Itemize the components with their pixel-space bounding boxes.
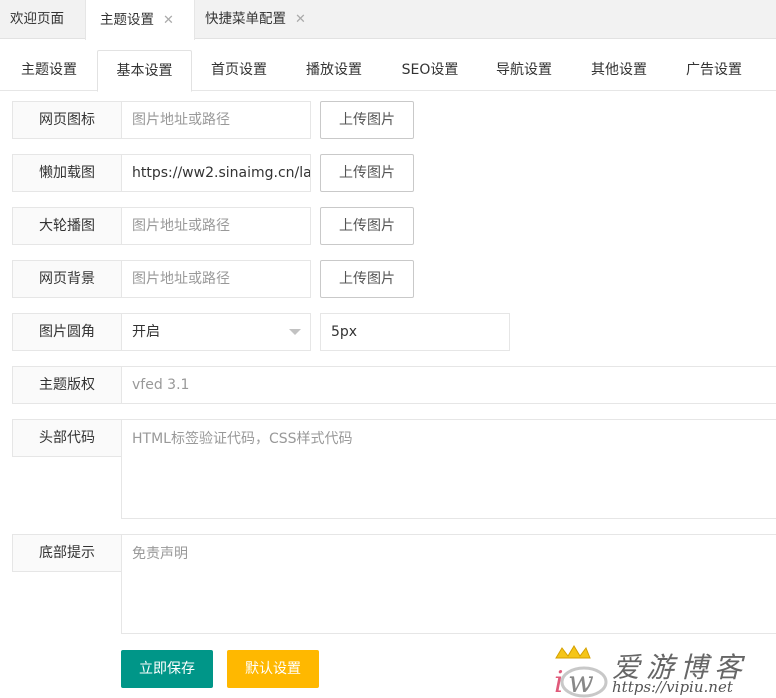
close-icon[interactable]: ✕ — [163, 1, 174, 40]
tab-label: 快捷菜单配置 — [205, 11, 286, 27]
subtab-ads[interactable]: 广告设置 — [673, 50, 755, 91]
background-input[interactable]: 图片地址或路径 — [121, 260, 311, 298]
top-tab-bar: 欢迎页面 主题设置 ✕ 快捷菜单配置 ✕ — [0, 0, 776, 40]
head-code-label: 头部代码 — [12, 419, 122, 457]
radius-select[interactable]: 开启 — [121, 313, 311, 351]
favicon-input[interactable]: 图片地址或路径 — [121, 101, 311, 139]
copyright-label: 主题版权 — [12, 366, 122, 404]
radius-select-value: 开启 — [132, 324, 160, 340]
footer-tip-textarea[interactable]: 免责声明 — [121, 534, 776, 634]
default-settings-button[interactable]: 默认设置 — [227, 650, 319, 688]
subtab-other[interactable]: 其他设置 — [578, 50, 660, 91]
svg-text:i: i — [554, 665, 564, 698]
tab-label: 欢迎页面 — [10, 11, 64, 27]
subtab-nav[interactable]: 导航设置 — [483, 50, 565, 91]
chevron-down-icon[interactable] — [289, 329, 301, 335]
close-icon[interactable]: ✕ — [295, 0, 306, 39]
favicon-label: 网页图标 — [12, 101, 122, 139]
lazyload-upload-button[interactable]: 上传图片 — [320, 154, 414, 192]
background-upload-button[interactable]: 上传图片 — [320, 260, 414, 298]
save-button[interactable]: 立即保存 — [121, 650, 213, 688]
background-label: 网页背景 — [12, 260, 122, 298]
tab-quick-menu[interactable]: 快捷菜单配置 ✕ — [195, 0, 323, 39]
subtab-seo[interactable]: SEO设置 — [388, 50, 472, 91]
crown-logo-icon: i w — [554, 645, 608, 698]
watermark-url: https://vipiu.net — [612, 678, 733, 696]
footer-tip-label: 底部提示 — [12, 534, 122, 572]
tab-welcome[interactable]: 欢迎页面 — [0, 0, 85, 39]
lazyload-label: 懒加载图 — [12, 154, 122, 192]
head-code-textarea[interactable]: HTML标签验证代码，CSS样式代码 — [121, 419, 776, 519]
subtab-home[interactable]: 首页设置 — [198, 50, 280, 91]
subtab-basic[interactable]: 基本设置 — [97, 50, 192, 92]
carousel-upload-button[interactable]: 上传图片 — [320, 207, 414, 245]
tab-theme-settings[interactable]: 主题设置 ✕ — [85, 0, 195, 40]
tab-label: 主题设置 — [100, 11, 154, 28]
settings-tab-bar: 主题设置 基本设置 首页设置 播放设置 SEO设置 导航设置 其他设置 广告设置 — [0, 50, 776, 92]
subtab-theme[interactable]: 主题设置 — [8, 50, 90, 91]
favicon-upload-button[interactable]: 上传图片 — [320, 101, 414, 139]
svg-text:w: w — [568, 665, 594, 698]
radius-label: 图片圆角 — [12, 313, 122, 351]
carousel-label: 大轮播图 — [12, 207, 122, 245]
subtab-play[interactable]: 播放设置 — [293, 50, 375, 91]
watermark-logo: i w 爱游博客 https://vipiu.net — [548, 644, 773, 698]
radius-input[interactable]: 5px — [320, 313, 510, 351]
carousel-input[interactable]: 图片地址或路径 — [121, 207, 311, 245]
lazyload-input[interactable]: https://ww2.sinaimg.cn/large/ — [121, 154, 311, 192]
copyright-input[interactable]: vfed 3.1 — [121, 366, 776, 404]
